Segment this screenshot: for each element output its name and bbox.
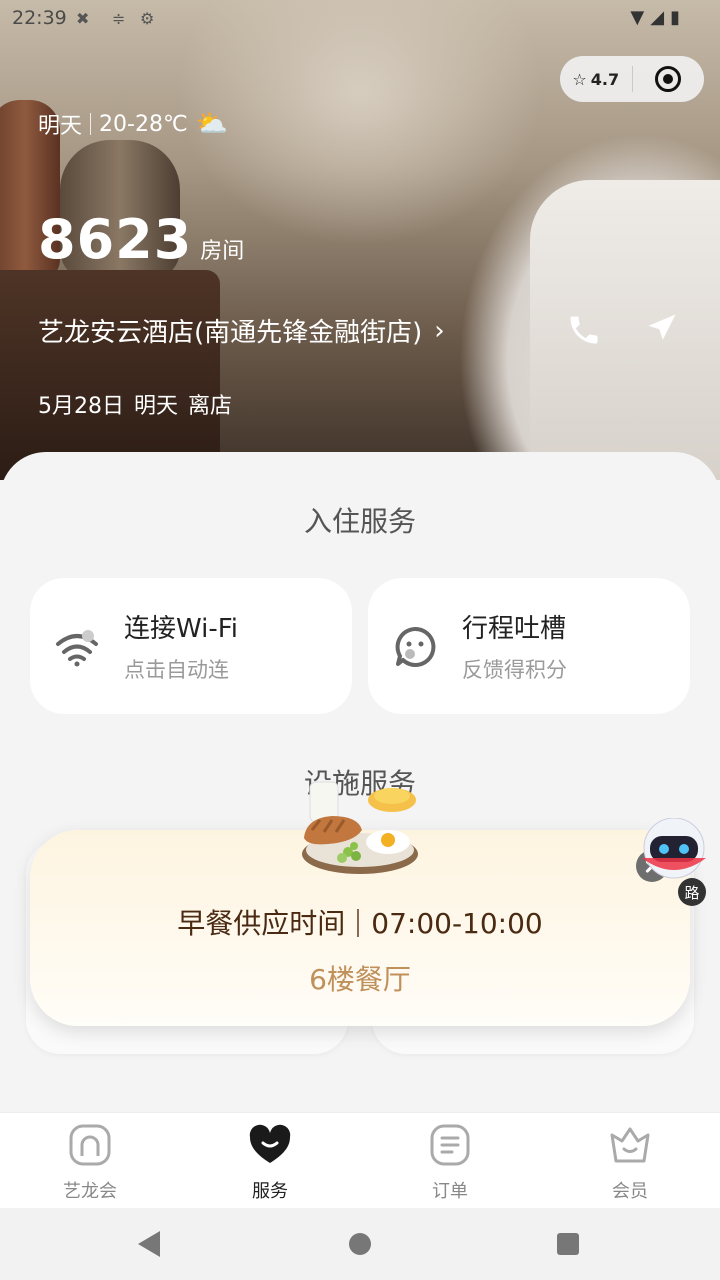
settings-icon: ⚙ [140,9,155,28]
wifi-card[interactable]: 连接Wi-Fi 点击自动连 [30,578,352,714]
assistant-robot-icon[interactable]: 路 [640,818,708,906]
tab-member[interactable]: 会员 [540,1113,720,1209]
stay-dates: 5月28日 明天 离店 [38,388,232,420]
hotel-name: 艺龙安云酒店(南通先锋金融街店) [38,318,423,348]
tab-label: 会员 [612,1181,648,1202]
rating-button[interactable]: ☆ 4.7 [560,70,632,89]
feedback-card-title: 行程吐槽 [462,614,567,644]
tab-label: 服务 [252,1181,288,1202]
tab-orders[interactable]: 订单 [360,1113,540,1209]
room-unit: 房间 [200,239,245,264]
home-arch-icon [69,1124,111,1166]
status-time: 22:39 [12,7,67,29]
checkin-services-title: 入住服务 [303,505,416,538]
wifi-card-subtitle: 点击自动连 [124,658,229,682]
checkout-day: 明天 [134,394,179,419]
close-target-button[interactable] [633,66,705,92]
breakfast-location: 6楼餐厅 [309,963,411,996]
system-navigation-bar [0,1208,720,1280]
rating-value: 4.7 [590,69,620,89]
back-icon[interactable] [138,1231,160,1257]
weather-day: 明天 [38,114,83,139]
tab-elong-club[interactable]: 艺龙会 [0,1113,180,1209]
weather-divider [90,113,92,135]
breakfast-label: 早餐供应时间 [177,907,346,940]
member-crown-icon [610,1127,650,1163]
signal-alert-icon: ≑ [112,9,126,28]
checkout-date: 5月28日 [38,394,124,419]
checkout-action: 离店 [188,394,233,419]
home-icon[interactable] [349,1233,371,1255]
battery-icon: ▮ [670,7,680,28]
decor-table [0,270,220,480]
signal-icon: ◢ [650,7,665,28]
weather-info: 明天 20-28℃ ⛅ [38,108,228,140]
robot-label: 路 [684,884,699,902]
feedback-card[interactable]: 行程吐槽 反馈得积分 [368,578,690,714]
status-bar: 22:39 ✖ ≑ ⚙ ▼ ◢ ▮ [0,0,720,36]
target-icon [655,66,682,92]
breakfast-hours: 早餐供应时间 07:00-10:00 [30,902,690,942]
phone-icon[interactable] [566,312,602,348]
smile-heart-icon [249,1124,291,1163]
bottom-tab-bar: 艺龙会 服务 订单 会员 [0,1112,720,1208]
breakfast-icon [302,781,418,874]
tab-label: 订单 [432,1181,468,1202]
decor-chair [530,180,720,480]
chevron-right-icon: › [434,315,445,346]
weather-temp: 20-28℃ [99,111,188,137]
notification-icon: ✖ [76,9,90,28]
order-list-icon [430,1124,470,1166]
status-right: ▼ ◢ ▮ [630,7,680,28]
partly-cloudy-icon: ⛅ [195,109,229,139]
hotel-name-link[interactable]: 艺龙安云酒店(南通先锋金融街店) › [38,312,445,349]
star-icon: ☆ [572,69,587,89]
mini-program-capsule: ☆ 4.7 [560,56,704,102]
room-number: 8623 [38,208,193,271]
breakfast-time: 07:00-10:00 [371,907,543,940]
wifi-card-title: 连接Wi-Fi [124,614,239,644]
recents-icon[interactable] [557,1233,579,1255]
navigation-icon[interactable] [644,310,680,346]
tab-label: 艺龙会 [63,1181,117,1202]
wifi-icon: ▼ [630,7,645,28]
breakfast-divider [357,909,360,937]
chat-face-icon [395,626,436,667]
tab-services[interactable]: 服务 [180,1113,360,1209]
wifi-icon [56,630,98,667]
feedback-card-subtitle: 反馈得积分 [462,658,567,682]
room-info: 8623 房间 [38,208,244,271]
